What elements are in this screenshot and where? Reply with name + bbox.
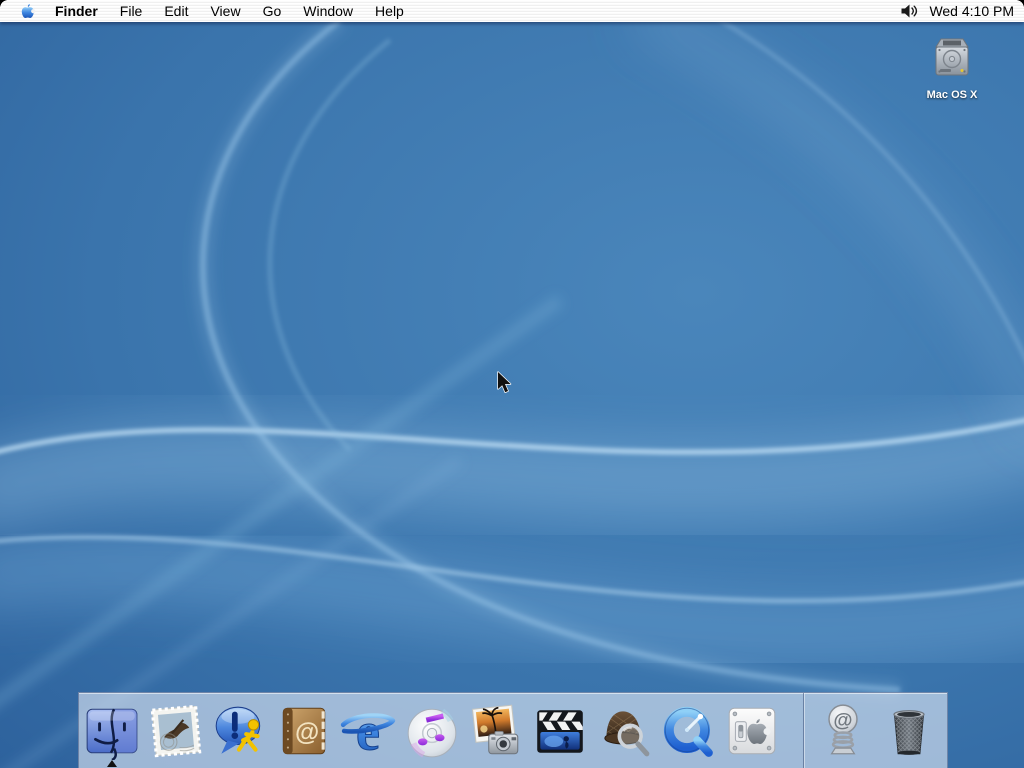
menu-window[interactable]: Window bbox=[303, 3, 353, 19]
dock-item-mail[interactable] bbox=[147, 702, 205, 760]
svg-text:@: @ bbox=[833, 709, 852, 731]
volume-menu-extra[interactable] bbox=[900, 3, 920, 19]
dock-item-imovie[interactable] bbox=[531, 702, 589, 760]
system-preferences-icon bbox=[723, 702, 781, 760]
menu-list: Finder File Edit View Go Window Help bbox=[55, 3, 404, 19]
dock-item-aim[interactable] bbox=[211, 702, 269, 760]
dock-docklings-group: @ bbox=[814, 693, 938, 768]
imovie-clapper-icon bbox=[531, 702, 589, 760]
apple-logo-icon bbox=[19, 3, 36, 20]
menu-bar: Finder File Edit View Go Window Help Wed… bbox=[0, 0, 1024, 22]
dock-item-itunes[interactable] bbox=[403, 702, 461, 760]
menu-view[interactable]: View bbox=[210, 3, 240, 19]
apple-menu[interactable] bbox=[19, 3, 36, 20]
menu-help[interactable]: Help bbox=[375, 3, 404, 19]
iphoto-icon bbox=[467, 702, 525, 760]
dock-divider bbox=[803, 693, 804, 768]
aim-messenger-icon bbox=[211, 702, 269, 760]
quicktime-q-icon bbox=[659, 702, 717, 760]
menu-edit[interactable]: Edit bbox=[164, 3, 188, 19]
dock-item-finder[interactable] bbox=[83, 702, 141, 760]
finder-running-indicator bbox=[107, 760, 117, 767]
mail-stamp-icon bbox=[147, 702, 205, 760]
screen-corner-top-left bbox=[0, 0, 8, 8]
menu-bar-clock[interactable]: Wed 4:10 PM bbox=[929, 3, 1014, 19]
dock-item-apple-website-link[interactable]: @ bbox=[814, 702, 872, 760]
hard-disk-icon bbox=[928, 36, 976, 86]
menu-bar-status: Wed 4:10 PM bbox=[900, 3, 1024, 19]
sherlock-hat-icon bbox=[595, 702, 653, 760]
dock-item-quicktime[interactable] bbox=[659, 702, 717, 760]
aqua-swirl-graphics bbox=[0, 0, 1024, 768]
desktop-wallpaper bbox=[0, 0, 1024, 768]
internet-explorer-icon: e bbox=[339, 702, 397, 760]
trash-basket-icon bbox=[880, 702, 938, 760]
dock-item-trash[interactable] bbox=[880, 702, 938, 760]
dock-item-address-book[interactable]: @ bbox=[275, 702, 333, 760]
itunes-cd-icon bbox=[403, 702, 461, 760]
desktop-icon-macosx-disk[interactable]: Mac OS X bbox=[903, 36, 1001, 101]
screen-corner-top-right bbox=[1016, 0, 1024, 8]
menu-finder[interactable]: Finder bbox=[55, 3, 98, 19]
dock-apps-group: @ e bbox=[83, 693, 781, 768]
dock-item-sherlock[interactable] bbox=[595, 702, 653, 760]
dock-item-system-preferences[interactable] bbox=[723, 702, 781, 760]
arrow-cursor bbox=[497, 371, 512, 394]
dock: @ e bbox=[78, 692, 948, 768]
finder-icon bbox=[83, 702, 141, 760]
dock-item-internet-explorer[interactable]: e bbox=[339, 702, 397, 760]
svg-text:@: @ bbox=[295, 719, 319, 746]
speaker-volume-icon bbox=[900, 3, 920, 19]
address-book-icon: @ bbox=[275, 702, 333, 760]
menu-go[interactable]: Go bbox=[263, 3, 282, 19]
menu-file[interactable]: File bbox=[120, 3, 143, 19]
dock-item-iphoto[interactable] bbox=[467, 702, 525, 760]
at-spring-icon: @ bbox=[814, 702, 872, 760]
disk-icon-label: Mac OS X bbox=[903, 89, 1001, 101]
